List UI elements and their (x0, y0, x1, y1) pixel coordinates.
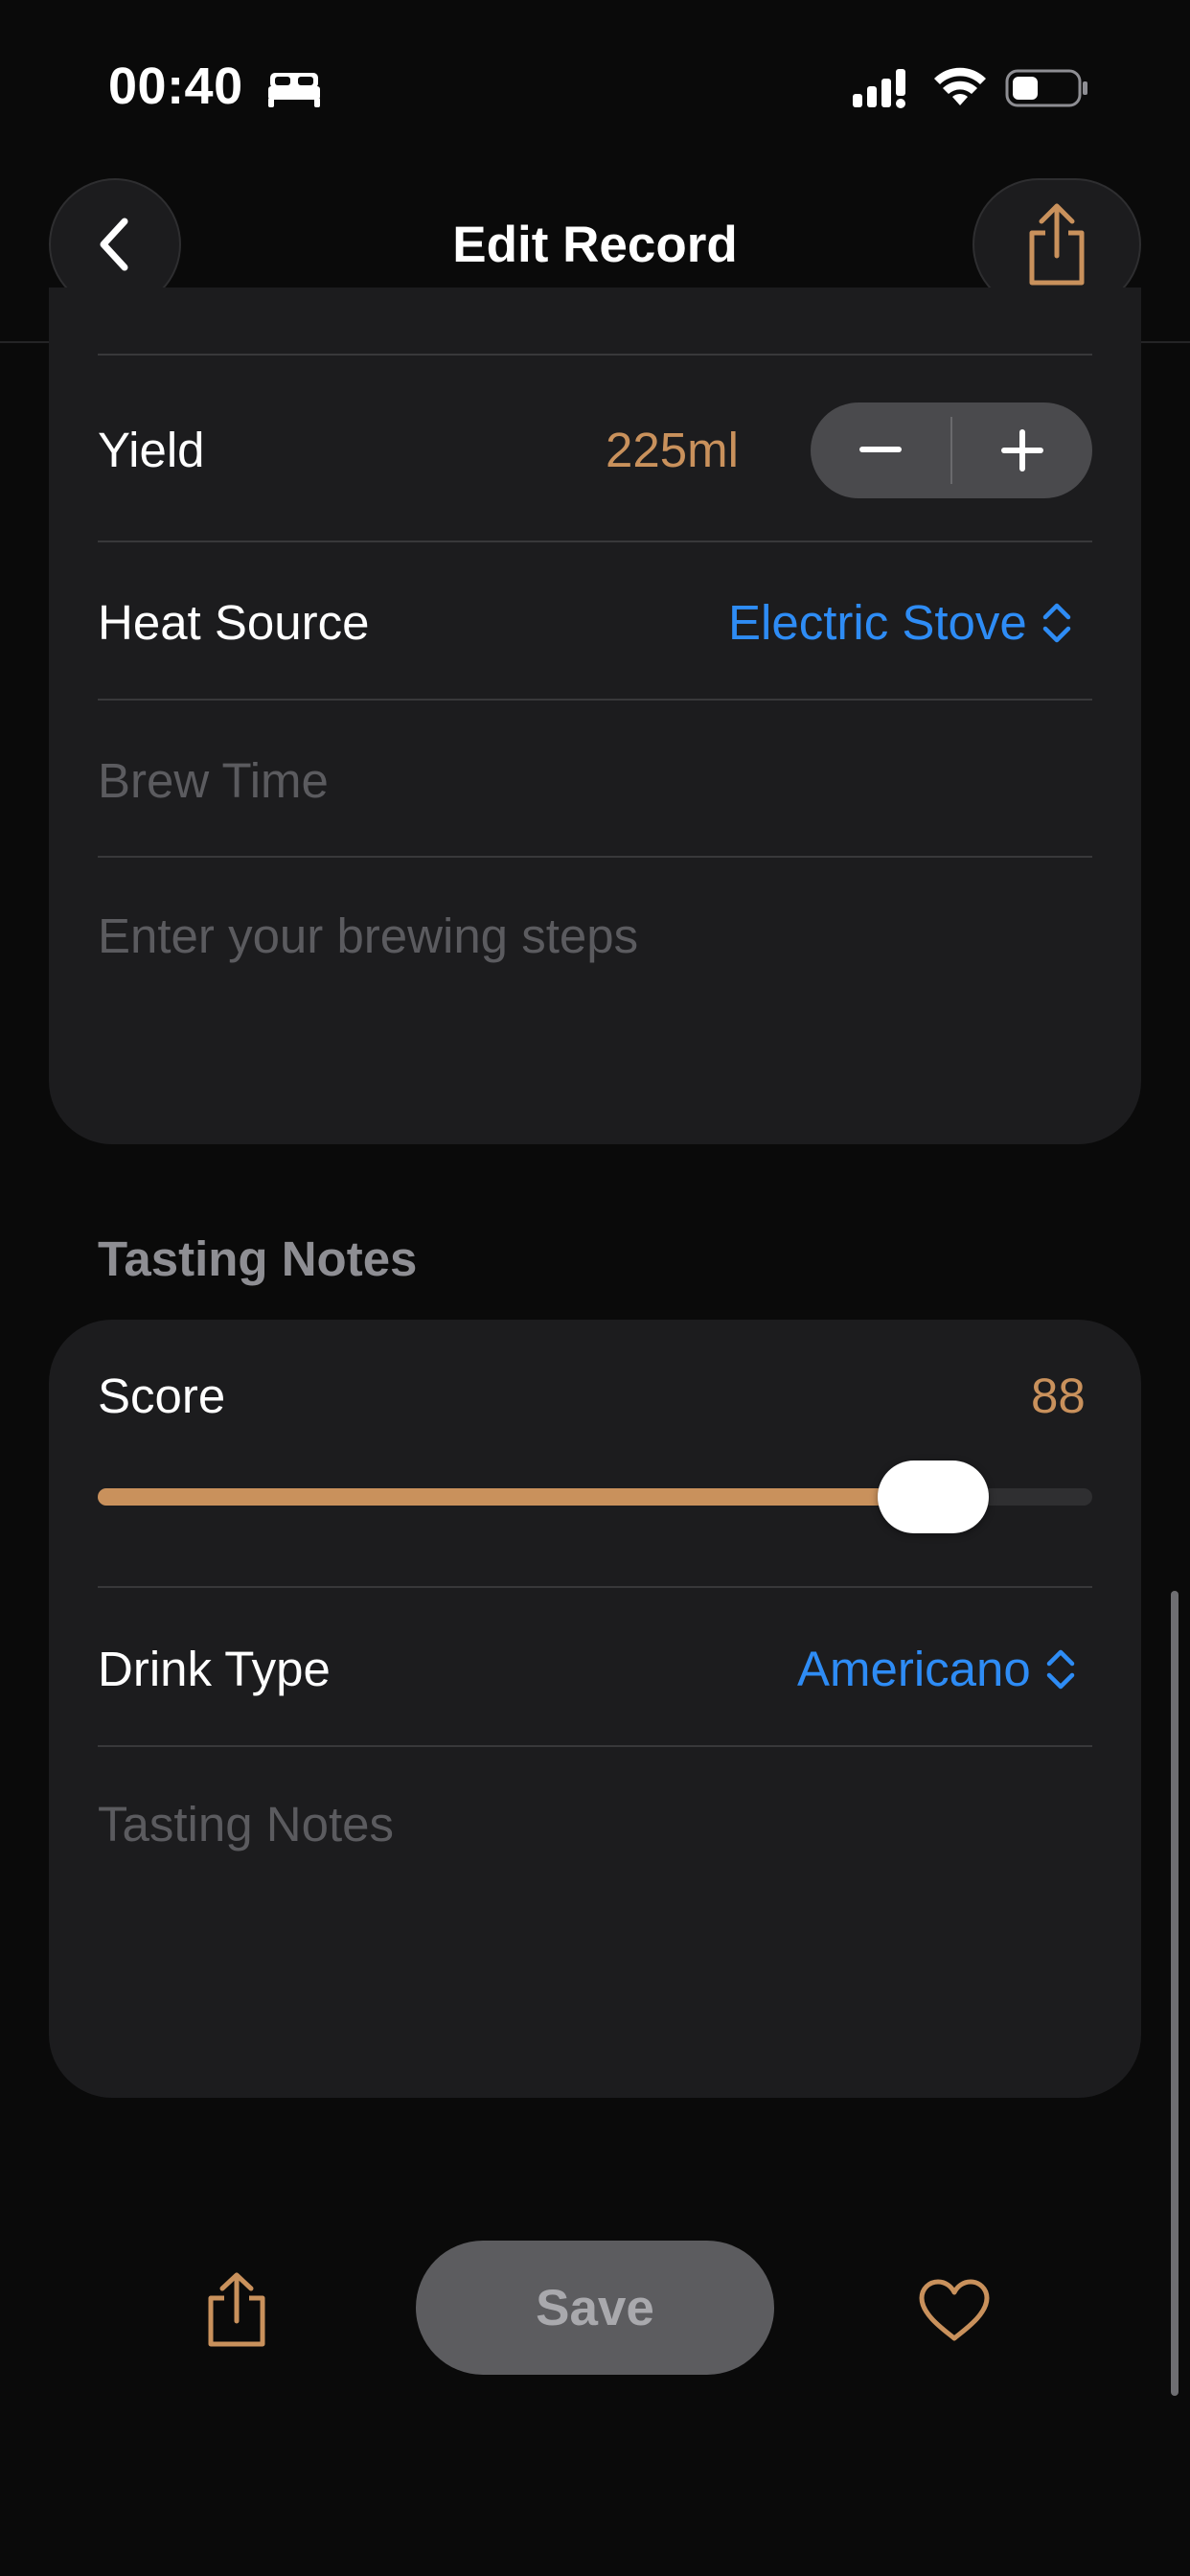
divider (98, 540, 1092, 542)
heart-icon[interactable] (918, 2279, 991, 2342)
score-value: 88 (1031, 1368, 1086, 1423)
cellular-signal-icon (853, 69, 905, 108)
minus-icon (859, 447, 902, 452)
status-time: 00:40 (108, 58, 243, 115)
brew-time-field[interactable]: Brew Time (98, 752, 329, 810)
drink-type-value: Americano (797, 1642, 1031, 1696)
plus-icon (1000, 429, 1043, 472)
yield-value: 225ml (606, 423, 739, 477)
heat-source-picker[interactable]: Electric Stove (728, 594, 1073, 652)
tasting-section-title: Tasting Notes (98, 1231, 418, 1286)
score-label: Score (98, 1368, 226, 1423)
yield-label: Yield (98, 423, 205, 477)
drink-type-picker[interactable]: Americano (797, 1641, 1077, 1698)
sleep-focus-icon (268, 73, 320, 107)
divider (98, 856, 1092, 858)
divider (98, 1586, 1092, 1588)
battery-icon (1005, 69, 1087, 107)
wifi-icon (934, 67, 986, 105)
heat-source-label: Heat Source (98, 595, 370, 650)
score-slider-thumb[interactable] (877, 1460, 989, 1533)
share-icon (1029, 203, 1085, 286)
divider (98, 699, 1092, 701)
save-button[interactable]: Save (416, 2241, 774, 2375)
decrement-button[interactable] (811, 402, 950, 498)
drink-type-label: Drink Type (98, 1642, 331, 1696)
share-icon[interactable] (203, 2271, 270, 2348)
divider (98, 1745, 1092, 1747)
scroll-indicator[interactable] (1171, 1591, 1179, 2396)
increment-button[interactable] (952, 402, 1092, 498)
chevron-up-down-icon (1046, 1649, 1075, 1690)
brewing-steps-field[interactable]: Enter your brewing steps (98, 908, 638, 965)
tasting-card (49, 1320, 1141, 2098)
chevron-up-down-icon (1042, 603, 1071, 643)
divider (98, 354, 1092, 356)
yield-stepper[interactable] (811, 402, 1092, 498)
tasting-notes-field[interactable]: Tasting Notes (98, 1796, 394, 1853)
score-slider-fill (98, 1488, 933, 1506)
heat-source-value: Electric Stove (728, 595, 1027, 650)
